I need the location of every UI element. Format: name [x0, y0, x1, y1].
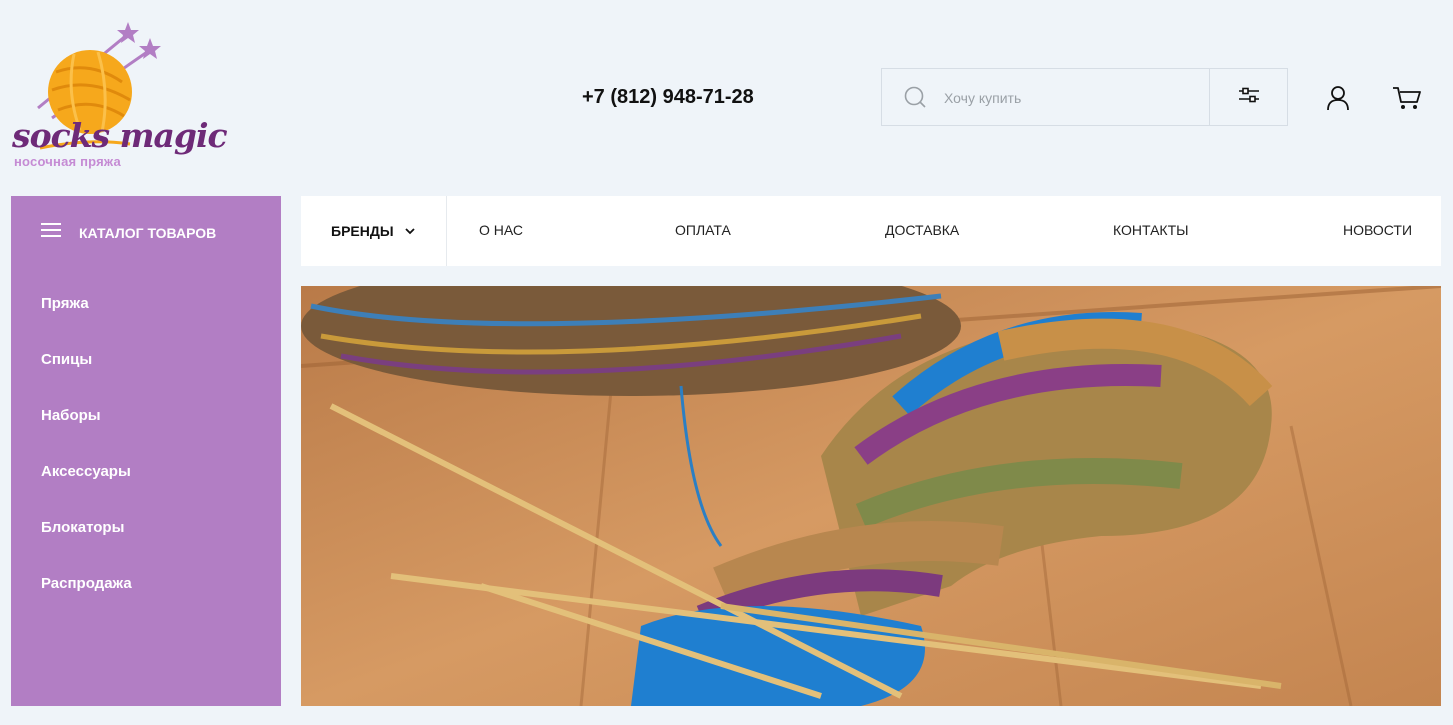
- user-icon[interactable]: [1326, 85, 1350, 116]
- sliders-icon: [1238, 87, 1260, 108]
- nav-contacts[interactable]: КОНТАКТЫ: [1113, 222, 1189, 238]
- search-input[interactable]: [942, 69, 1206, 127]
- cart-icon[interactable]: [1392, 85, 1422, 116]
- search-bar: [881, 68, 1288, 127]
- main-nav: БРЕНДЫ О НАС ОПЛАТА ДОСТАВКА КОНТАКТЫ НО…: [301, 196, 1441, 266]
- nav-news[interactable]: НОВОСТИ: [1343, 222, 1412, 238]
- filter-button[interactable]: [1209, 69, 1287, 125]
- nav-about[interactable]: О НАС: [479, 222, 523, 238]
- brands-label: БРЕНДЫ: [331, 223, 394, 239]
- nav-delivery[interactable]: ДОСТАВКА: [885, 222, 959, 238]
- brands-dropdown[interactable]: БРЕНДЫ: [301, 196, 447, 266]
- catalog-item-needles[interactable]: Спицы: [41, 348, 132, 404]
- catalog-item-kits[interactable]: Наборы: [41, 404, 132, 460]
- phone-number[interactable]: +7 (812) 948-71-28: [582, 86, 754, 109]
- chevron-down-icon: [404, 222, 416, 240]
- catalog-item-blockers[interactable]: Блокаторы: [41, 516, 132, 572]
- catalog-item-sale[interactable]: Распродажа: [41, 572, 132, 628]
- catalog-list: Пряжа Спицы Наборы Аксессуары Блокаторы …: [41, 292, 132, 628]
- nav-payment[interactable]: ОПЛАТА: [675, 222, 731, 238]
- catalog-item-yarn[interactable]: Пряжа: [41, 292, 132, 348]
- logo-brand-text: socks magic: [12, 116, 228, 155]
- logo-tagline: носочная пряжа: [14, 154, 121, 169]
- catalog-title: КАТАЛОГ ТОВАРОВ: [79, 224, 217, 241]
- hamburger-icon: [41, 222, 61, 243]
- knitting-sock-image: [301, 286, 1441, 706]
- catalog-toggle[interactable]: КАТАЛОГ ТОВАРОВ: [41, 222, 216, 243]
- hero-banner[interactable]: [301, 286, 1441, 706]
- search-icon[interactable]: [904, 86, 926, 113]
- site-logo[interactable]: socks magic носочная пряжа: [10, 20, 228, 176]
- catalog-sidebar: КАТАЛОГ ТОВАРОВ Пряжа Спицы Наборы Аксес…: [11, 196, 281, 706]
- catalog-item-accessories[interactable]: Аксессуары: [41, 460, 132, 516]
